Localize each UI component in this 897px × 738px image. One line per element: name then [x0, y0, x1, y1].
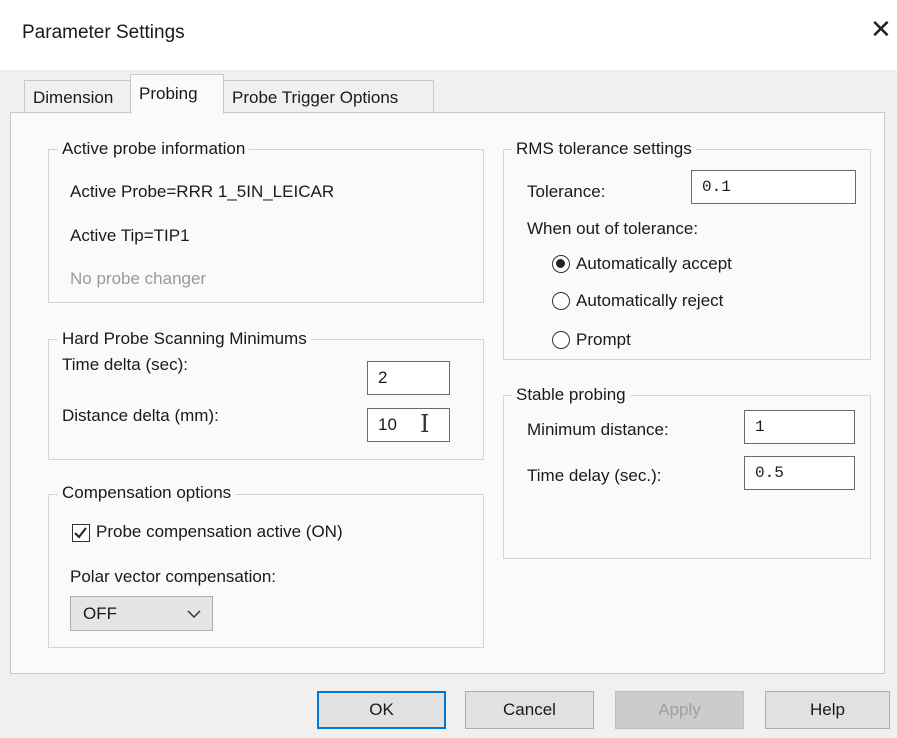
time-delay-label: Time delay (sec.):: [527, 466, 662, 485]
radio-prompt[interactable]: [552, 331, 570, 349]
distance-delta-input[interactable]: 10: [367, 408, 450, 442]
polar-vector-value: OFF: [83, 604, 117, 623]
active-probe-legend: Active probe information: [58, 139, 250, 159]
rms-tolerance-legend: RMS tolerance settings: [512, 139, 696, 159]
active-tip-text: Active Tip=TIP1: [70, 226, 190, 245]
polar-vector-label: Polar vector compensation:: [70, 567, 276, 586]
time-delta-input[interactable]: 2: [367, 361, 450, 395]
tab-probing[interactable]: Probing: [130, 74, 224, 114]
radio-automatically-reject[interactable]: [552, 292, 570, 310]
probe-changer-text: No probe changer: [70, 269, 207, 288]
checkmark-icon: [74, 527, 87, 539]
automatically-reject-label: Automatically reject: [576, 291, 724, 310]
text-cursor-icon: I: [420, 410, 430, 438]
polar-vector-select[interactable]: OFF: [70, 596, 213, 631]
help-button[interactable]: Help: [765, 691, 890, 729]
radio-selected-dot: [556, 259, 565, 268]
compensation-legend: Compensation options: [58, 483, 236, 503]
cancel-button[interactable]: Cancel: [465, 691, 594, 729]
tab-probe-trigger-options[interactable]: Probe Trigger Options: [223, 80, 434, 113]
stable-probing-legend: Stable probing: [512, 385, 630, 405]
prompt-label: Prompt: [576, 330, 631, 349]
minimum-distance-input[interactable]: 1: [744, 410, 855, 444]
distance-delta-label: Distance delta (mm):: [62, 406, 219, 425]
minimum-distance-label: Minimum distance:: [527, 420, 669, 439]
close-icon[interactable]: ✕: [870, 16, 892, 42]
ok-button[interactable]: OK: [317, 691, 446, 729]
out-of-tolerance-label: When out of tolerance:: [527, 219, 699, 238]
tolerance-input[interactable]: 0.1: [691, 170, 856, 204]
radio-automatically-accept[interactable]: [552, 255, 570, 273]
time-delay-input[interactable]: 0.5: [744, 456, 855, 490]
probe-compensation-checkbox[interactable]: [72, 524, 90, 542]
apply-button[interactable]: Apply: [615, 691, 744, 729]
chevron-down-icon: [187, 610, 201, 619]
probe-compensation-label: Probe compensation active (ON): [96, 522, 343, 541]
window-title: Parameter Settings: [22, 22, 185, 43]
active-probe-text: Active Probe=RRR 1_5IN_LEICAR: [70, 182, 335, 201]
tolerance-label: Tolerance:: [527, 182, 606, 201]
automatically-accept-label: Automatically accept: [576, 254, 732, 273]
hard-probe-legend: Hard Probe Scanning Minimums: [58, 329, 311, 349]
tab-dimension[interactable]: Dimension: [24, 80, 131, 113]
time-delta-label: Time delta (sec):: [62, 355, 188, 374]
